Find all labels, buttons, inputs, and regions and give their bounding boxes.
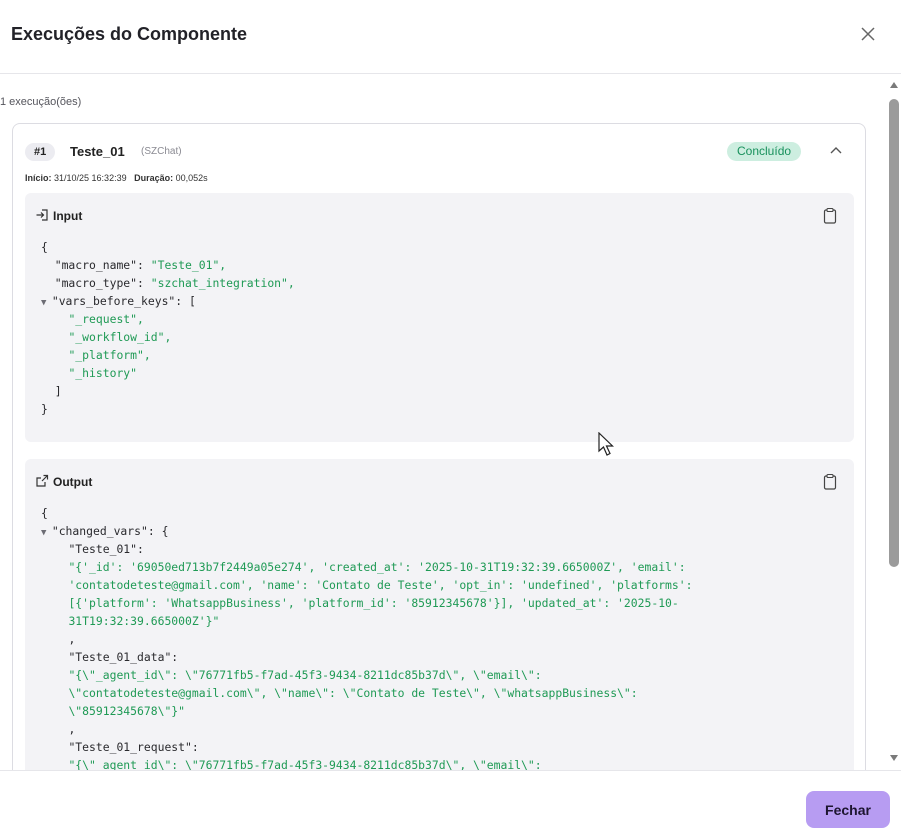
code-line: "{\"_agent_id\": \"76771fb5-f7ad-45f3-94… [68,668,542,682]
scroll-down-arrow[interactable] [890,755,898,761]
code-line: { [41,240,48,254]
code-line: "Teste_01_request": [68,740,199,754]
execution-meta: Início: 31/10/25 16:32:39 Duração: 00,05… [25,173,208,183]
code-line: } [41,402,48,416]
output-panel-header: Output [35,473,92,491]
dialog-footer: Fechar [0,770,901,840]
scroll-up-arrow[interactable] [890,82,898,88]
external-link-icon [35,474,49,491]
clipboard-icon[interactable] [822,473,838,491]
code-line: "_workflow_id", [68,330,172,344]
code-line: "Teste_01_data": [68,650,179,664]
code-line: 31T19:32:39.665000Z'}" [68,614,220,628]
code-line: , [68,722,76,736]
code-line: { [41,506,48,520]
code-line: ] [54,384,62,398]
output-json: { ▼ "changed_vars": { "Teste_01": "{'_id'… [41,504,842,770]
code-line: "_request", [68,312,144,326]
execution-number-badge: #1 [25,143,56,161]
input-json: { "macro_name": "Teste_01", "macro_type"… [41,238,842,418]
start-label: Início: [25,173,52,183]
execution-count: 1 execução(ões) [0,96,82,108]
duration-label: Duração: [134,173,174,183]
code-line: ▼ "vars_before_keys": [ [41,294,196,308]
mouse-cursor-icon [598,431,616,458]
status-badge: Concluído [727,142,802,161]
dialog-body[interactable]: 1 execução(ões) #1 Teste_01 (SZChat) Con… [0,75,887,770]
triangle-down-icon[interactable]: ▼ [41,528,52,538]
code-line: "macro_type": "szchat_integration", [54,276,295,290]
execution-type: (SZChat) [141,146,182,157]
code-line: \"85912345678\"}" [68,704,186,718]
vertical-scrollbar[interactable] [887,75,901,770]
code-line: "_history" [68,366,138,380]
start-value: 31/10/25 16:32:39 [54,173,127,183]
output-panel: Output { ▼ "changed_vars": { "Teste_01": … [25,459,854,770]
execution-card: #1 Teste_01 (SZChat) Concluído Início: 3… [12,123,866,770]
code-line: "Teste_01": [68,542,144,556]
duration-value: 00,052s [175,173,208,183]
triangle-down-icon[interactable]: ▼ [41,298,52,308]
code-line: "_platform", [68,348,151,362]
dialog-header: Execuções do Componente [0,0,901,74]
code-line: [{'platform': 'WhatsappBusiness', 'platf… [68,596,679,610]
close-button[interactable]: Fechar [806,791,890,828]
code-line: 'contatodeteste@gmail.com', 'name': 'Con… [68,578,693,592]
code-line: ▼ "changed_vars": { [41,524,169,538]
dialog-title: Execuções do Componente [11,24,248,44]
close-icon[interactable] [856,22,880,46]
execution-name: Teste_01 [70,144,125,159]
code-line: "macro_name": "Teste_01", [54,258,227,272]
input-panel: Input { "macro_name": "Teste_01", "macro… [25,193,854,442]
code-line: , [68,632,76,646]
input-panel-header: Input [35,207,82,225]
code-line: "{\"_agent_id\": \"76771fb5-f7ad-45f3-94… [68,758,542,770]
clipboard-icon[interactable] [822,207,838,225]
output-panel-title: Output [53,475,93,489]
chevron-up-icon[interactable] [825,140,847,162]
input-icon [35,208,49,225]
code-line: "{'_id': '69050ed713b7f2449a05e274', 'cr… [68,560,686,574]
scroll-thumb[interactable] [889,99,899,567]
input-panel-title: Input [53,209,83,223]
code-line: \"contatodeteste@gmail.com\", \"name\": … [68,686,638,700]
